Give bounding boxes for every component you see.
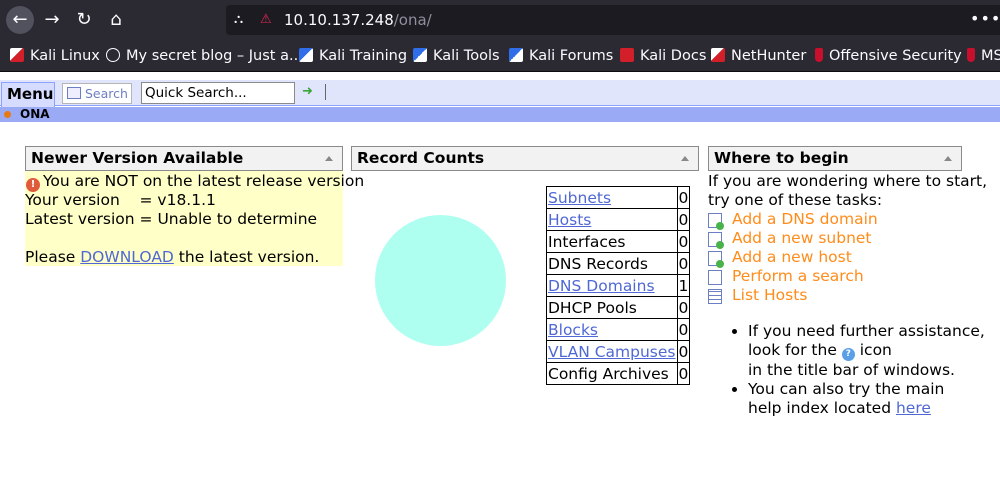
collapse-triangle-icon[interactable] [681, 156, 689, 161]
globe-icon [106, 48, 120, 62]
menu-divider [325, 84, 326, 100]
where-to-begin-intro: If you are wondering where to start, try… [708, 172, 988, 209]
bookmark-offensive-security[interactable]: Offensive Security [815, 46, 962, 66]
record-count-name: DHCP Pools [546, 296, 678, 319]
kali-forums-icon [509, 48, 523, 62]
bookmark-kali-docs[interactable]: Kali Docs [620, 46, 706, 66]
kali-dragon-icon [711, 48, 725, 62]
help-item-icon-hint: If you need further assistance, look for… [748, 322, 1000, 380]
url-text[interactable]: 10.10.137.248/ona/ [284, 11, 432, 29]
bookmark-kali-tools[interactable]: Kali Tools [413, 46, 500, 66]
add-page-icon [708, 251, 724, 268]
help-here-link[interactable]: here [896, 399, 931, 417]
shield-icon[interactable]: ⛬ [234, 12, 248, 28]
record-counts-table: Subnets 0 Hosts 0 Interfaces 0 DNS Records 0 DNS… [546, 186, 691, 385]
offsec-icon [967, 48, 975, 62]
record-count-value: 0 [676, 186, 691, 209]
record-count-row: Config Archives 0 [546, 362, 691, 385]
kali-training-icon [299, 48, 313, 62]
record-count-value: 0 [676, 318, 691, 341]
offsec-icon [815, 48, 823, 62]
breadcrumb-ona[interactable]: ONA [20, 107, 50, 122]
help-list: If you need further assistance, look for… [733, 322, 1000, 418]
record-count-row[interactable]: VLAN Campuses 0 [546, 340, 691, 363]
kali-tools-icon [413, 48, 427, 62]
version-panel-header[interactable]: Newer Version Available [25, 146, 343, 171]
record-count-name: Interfaces [546, 230, 678, 253]
help-item-index: You can also try the main help index loc… [748, 380, 1000, 418]
record-counts-header[interactable]: Record Counts [351, 146, 699, 171]
record-count-name[interactable]: Hosts [546, 208, 678, 231]
collapse-triangle-icon[interactable] [944, 156, 952, 161]
record-counts-pie [375, 215, 506, 346]
bookmarks-toolbar: Kali Linux My secret blog – Just a... Ka… [0, 40, 1000, 72]
search-window-icon [67, 87, 81, 99]
record-count-name[interactable]: Subnets [546, 186, 678, 209]
record-count-row[interactable]: Blocks 0 [546, 318, 691, 341]
latest-version: Latest version = Unable to determine [25, 210, 318, 228]
home-icon[interactable]: ⌂ [102, 6, 130, 34]
download-line: Please DOWNLOAD the latest version. [25, 248, 320, 266]
collapse-triangle-icon[interactable] [325, 156, 333, 161]
bookmark-kali-forums[interactable]: Kali Forums [509, 46, 613, 66]
record-count-value: 0 [676, 230, 691, 253]
insecure-lock-icon[interactable]: ⚠ [260, 12, 276, 28]
record-count-name: Config Archives [546, 362, 678, 385]
version-warning: ! You are NOT on the latest release versi… [25, 172, 364, 192]
menu-button[interactable]: Menu [1, 82, 55, 110]
record-count-name[interactable]: DNS Domains [546, 274, 678, 297]
record-count-name: DNS Records [546, 252, 678, 275]
your-version: Your version = v18.1.1 [25, 191, 216, 209]
ona-menu-bar: Menu Search Quick Search... ➜ [0, 80, 1000, 110]
back-arrow-icon[interactable]: ← [6, 6, 34, 34]
warning-icon: ! [26, 178, 40, 192]
add-page-icon [708, 232, 724, 249]
record-count-value: 0 [676, 252, 691, 275]
record-count-value: 0 [676, 296, 691, 319]
where-to-begin-header[interactable]: Where to begin [708, 146, 962, 171]
breadcrumb-dot-icon [4, 111, 11, 118]
record-count-name[interactable]: Blocks [546, 318, 678, 341]
bookmark-kali-training[interactable]: Kali Training [299, 46, 407, 66]
version-panel-body: ! You are NOT on the latest release versi… [25, 171, 364, 266]
list-grid-icon [708, 289, 722, 304]
search-button[interactable]: Search [62, 83, 132, 104]
record-count-row[interactable]: Hosts 0 [546, 208, 691, 231]
search-window-icon [708, 270, 722, 285]
record-count-value: 0 [676, 208, 691, 231]
record-count-row: DNS Records 0 [546, 252, 691, 275]
quick-search-input[interactable]: Quick Search... [141, 82, 295, 104]
kali-docs-icon [620, 48, 634, 62]
download-link[interactable]: DOWNLOAD [80, 248, 174, 266]
record-count-row[interactable]: Subnets 0 [546, 186, 691, 209]
breadcrumb: ONA [0, 107, 1000, 122]
record-count-row[interactable]: DNS Domains 1 [546, 274, 691, 297]
page-actions-icon[interactable]: ••• [970, 9, 1000, 31]
record-count-value: 0 [676, 362, 691, 385]
bookmark-ms[interactable]: MS [967, 46, 1000, 66]
record-count-row: DHCP Pools 0 [546, 296, 691, 319]
bookmark-secret-blog[interactable]: My secret blog – Just a... [106, 46, 303, 66]
address-bar[interactable]: ⛬ ⚠ 10.10.137.248/ona/ ••• [226, 5, 1000, 35]
add-page-icon [708, 213, 724, 230]
record-count-value: 0 [676, 340, 691, 363]
go-arrow-icon[interactable]: ➜ [302, 84, 313, 100]
forward-arrow-icon[interactable]: → [38, 6, 66, 34]
help-question-icon: ? [841, 348, 855, 361]
kali-dragon-icon [10, 48, 24, 62]
bookmark-nethunter[interactable]: NetHunter [711, 46, 806, 66]
record-count-name[interactable]: VLAN Campuses [546, 340, 678, 363]
bookmark-kali-linux[interactable]: Kali Linux [10, 46, 100, 66]
reload-icon[interactable]: ↻ [70, 6, 98, 34]
browser-toolbar: ← → ↻ ⌂ ⛬ ⚠ 10.10.137.248/ona/ ••• [0, 0, 1000, 40]
record-count-value: 1 [676, 274, 691, 297]
record-count-row: Interfaces 0 [546, 230, 691, 253]
